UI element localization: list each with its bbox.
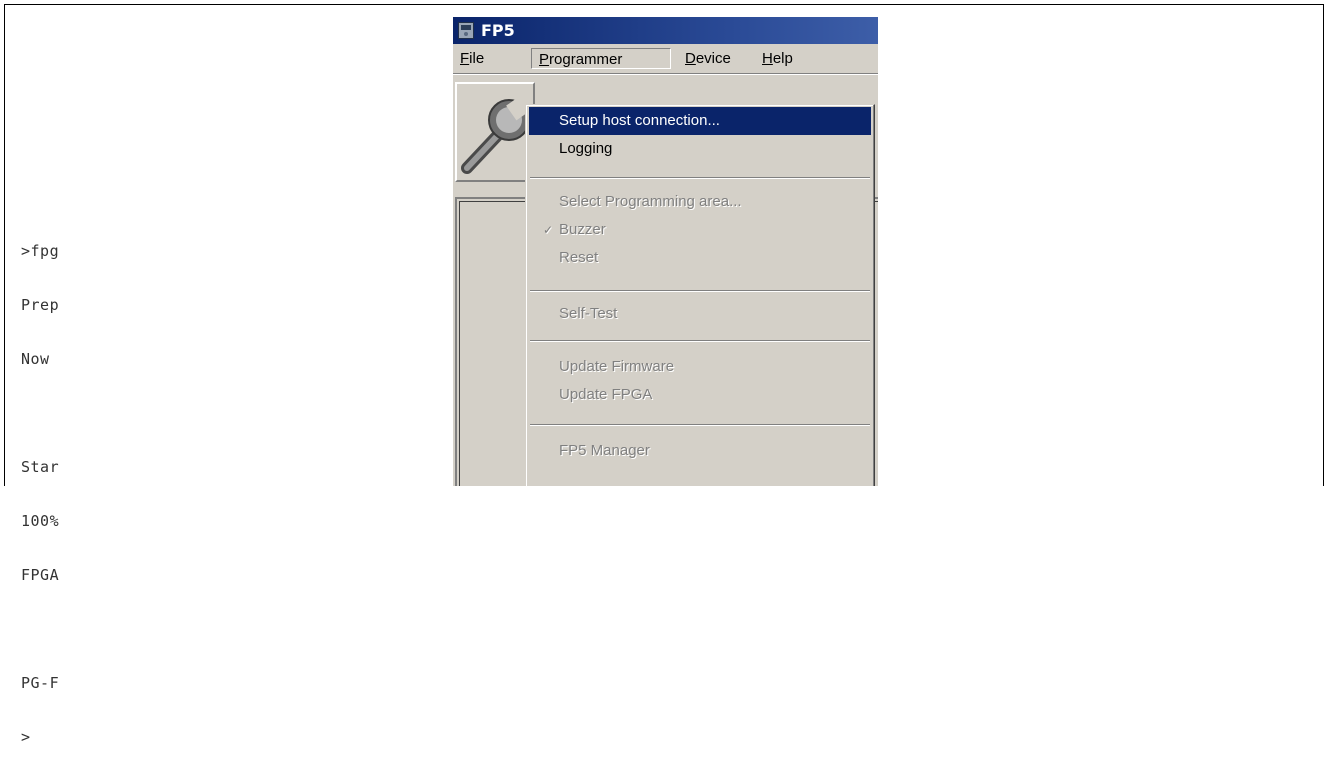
menu-help-label: elp (772, 50, 793, 67)
menu-item-update-firmware[interactable]: Update Firmware (529, 353, 871, 381)
console-line: 100% (21, 512, 60, 530)
console-line: >fpg (21, 242, 60, 260)
menu-programmer-label: rogrammer (549, 51, 623, 68)
menu-separator (530, 177, 870, 179)
menu-item-buzzer[interactable]: ✓ Buzzer (529, 216, 871, 244)
menu-item-buzzer-label: Buzzer (559, 221, 606, 238)
menu-help-mnemonic: H (762, 50, 773, 67)
wrench-icon (461, 93, 535, 174)
menu-item-setup-host-connection[interactable]: Setup host connection... (529, 107, 871, 135)
menu-item-logging[interactable]: Logging (529, 135, 871, 163)
menu-item-select-programming-area[interactable]: Select Programming area... (529, 188, 871, 216)
toolbar-setup-button[interactable] (455, 82, 535, 182)
menu-item-update-fpga[interactable]: Update FPGA (529, 381, 871, 409)
console-line: Prep (21, 296, 60, 314)
menu-programmer[interactable]: Programmer (531, 48, 671, 69)
menu-file[interactable]: File (453, 48, 491, 69)
menu-item-fp5-manager[interactable]: FP5 Manager (529, 437, 871, 465)
menu-separator (530, 424, 870, 426)
console-line: Star (21, 458, 60, 476)
console-line: FPGA (21, 566, 60, 584)
menu-programmer-mnemonic: P (539, 51, 550, 68)
menu-file-mnemonic: F (460, 50, 470, 67)
menubar-divider-highlight (453, 74, 878, 75)
menu-help[interactable]: Help (755, 48, 800, 69)
menu-item-self-test[interactable]: Self-Test (529, 300, 871, 328)
menu-separator (530, 290, 870, 292)
check-icon: ✓ (543, 223, 554, 237)
console-line: PG-F (21, 674, 60, 692)
console-line: Now (21, 350, 50, 368)
menu-item-reset[interactable]: Reset (529, 244, 871, 272)
window-title: FP5 (481, 21, 515, 40)
title-bar[interactable]: FP5 (453, 17, 878, 44)
programmer-menu-dropdown: Setup host connection... Logging Select … (525, 104, 875, 486)
menu-file-label: ile (469, 50, 485, 67)
menu-device-label: evice (695, 50, 731, 67)
menu-separator (530, 340, 870, 342)
menu-device-mnemonic: D (685, 50, 696, 67)
menu-device[interactable]: Device (678, 48, 738, 69)
console-log: >fpg Prep Now Star 100% FPGA PG-F > (21, 206, 59, 764)
fp5-app-icon[interactable] (458, 22, 474, 39)
console-line: > (21, 728, 31, 746)
menu-bar: File Programmer Device Help (453, 44, 878, 72)
